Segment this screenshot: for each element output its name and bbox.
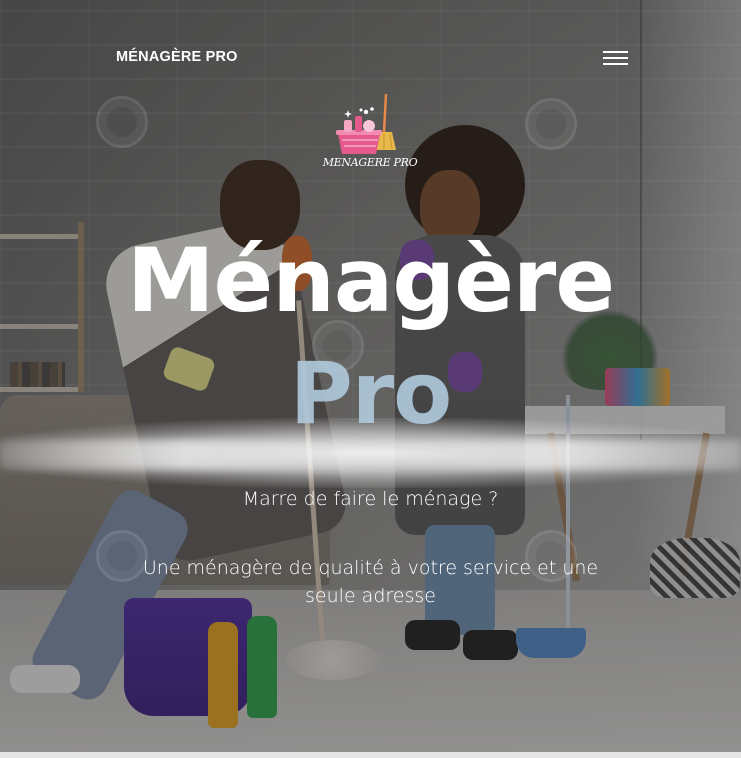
hamburger-menu-icon[interactable] [603,51,628,67]
hero-section: MÉNAGÈRE PRO MENAGERE PRO Ménagère Pro M… [0,0,741,752]
hero-tagline: Marre de faire le ménage ? [242,488,499,510]
brand-link[interactable]: MÉNAGÈRE PRO [116,49,238,65]
hero-title-accent: Pro [289,344,453,444]
logo-text: MENAGERE PRO [322,156,418,169]
page-bottom-edge [0,752,741,758]
hero-title: Ménagère [126,229,615,332]
site-logo[interactable]: MENAGERE PRO [322,92,418,174]
hero-subtitle: Une ménagère de qualité à votre service … [142,557,599,607]
cleaning-basket-broom-icon [336,93,396,154]
